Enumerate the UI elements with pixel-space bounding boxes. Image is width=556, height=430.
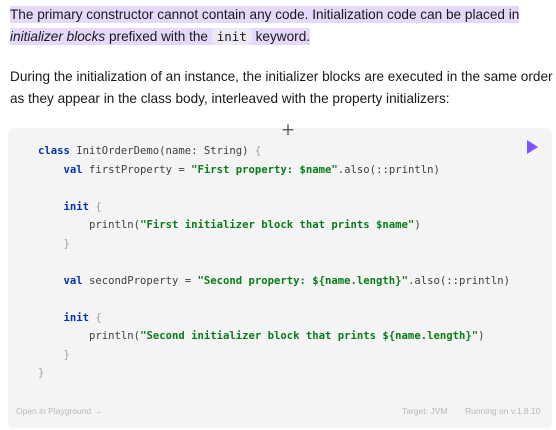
open-in-playground-link[interactable]: Open in Playground → [16, 406, 102, 416]
code-line-11: println("Second initializer block that p… [38, 330, 485, 342]
code-keyword: class [38, 145, 70, 157]
code-brace: } [38, 367, 45, 379]
code-line-5: println("First initializer block that pr… [38, 219, 421, 231]
code-line-2: val firstProperty = "First property: $na… [38, 164, 440, 176]
code-text: ) [414, 219, 421, 231]
code-text: .also(::println) [337, 163, 440, 176]
version-label: Running on v.1.8.10 [465, 406, 541, 416]
code-text: .also(::println) [407, 274, 511, 287]
code-keyword: init [63, 311, 90, 324]
code-line-13: } [38, 367, 44, 379]
intro-paragraph: The primary constructor cannot contain a… [10, 4, 550, 48]
code-text: println( [38, 330, 141, 342]
code-brace: } [63, 348, 70, 361]
paragraph1-italic: initializer blocks [10, 29, 106, 44]
code-line-8: val secondProperty = "Second property: $… [38, 274, 511, 287]
paragraph1-text-after: keyword. [251, 29, 311, 44]
code-text: secondProperty = [82, 274, 198, 287]
code-brace: { [89, 311, 102, 324]
code-content[interactable]: class InitOrderDemo(name: String) { val … [38, 142, 510, 383]
code-block: + class InitOrderDemo(name: String) { va… [8, 120, 552, 428]
inline-code-init: init [211, 28, 252, 45]
code-text: InitOrderDemo(name: String) [69, 145, 255, 157]
target-label: Target: JVM [402, 406, 448, 416]
code-string: "Second initializer block that prints ${… [140, 330, 479, 342]
code-string: "First initializer block that prints $na… [140, 219, 415, 231]
code-line-1: class InitOrderDemo(name: String) { [38, 145, 261, 157]
code-brace: { [89, 200, 102, 213]
code-brace: } [63, 237, 70, 250]
code-text: firstProperty = [82, 163, 192, 176]
highlighted-selection: The primary constructor cannot contain a… [10, 6, 520, 45]
plus-icon[interactable]: + [278, 120, 298, 140]
code-string: "First property: $name" [191, 163, 338, 176]
code-line-12: } [38, 349, 70, 361]
code-string: "Second property: ${name.length}" [197, 274, 408, 287]
code-line-6: } [38, 238, 70, 250]
code-brace: { [254, 145, 262, 157]
code-keyword: val [63, 274, 83, 287]
paragraph1-text-before: The primary constructor cannot contain a… [10, 7, 520, 22]
code-text: println( [38, 219, 141, 231]
code-line-10: init { [38, 312, 102, 324]
code-text: ) [478, 330, 485, 342]
code-keyword: val [63, 163, 83, 176]
code-line-4: init { [38, 201, 102, 213]
code-keyword: init [63, 200, 90, 213]
play-icon[interactable] [527, 140, 538, 154]
description-paragraph: During the initialization of an instance… [10, 69, 553, 106]
paragraph1-text-mid: prefixed with the [105, 29, 212, 44]
